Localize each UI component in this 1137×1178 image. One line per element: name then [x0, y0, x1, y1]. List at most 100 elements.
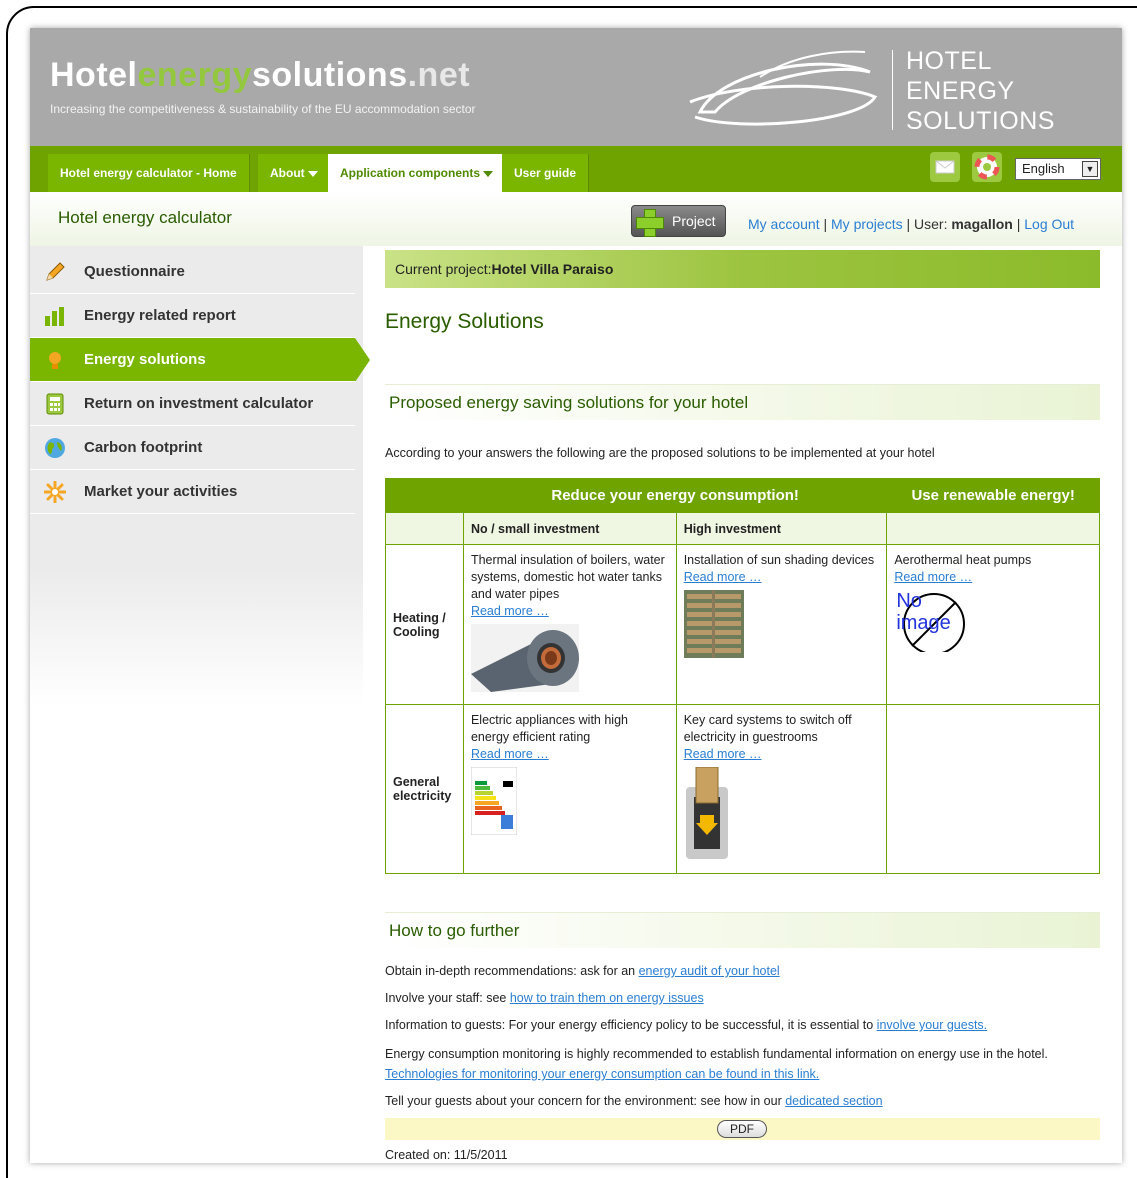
read-more-link[interactable]: Read more … [684, 569, 880, 586]
lightbulb-icon [49, 352, 61, 369]
how-to-go-further-heading: How to go further [385, 912, 1100, 948]
further-text: Involve your staff: see [385, 991, 510, 1005]
no-image-line: image [896, 612, 951, 634]
brand-line-hotel: HOTEL [906, 47, 992, 75]
sidebar-item-label: Carbon footprint [84, 439, 203, 456]
table-subheader-row: No / small investment High investment [385, 512, 1100, 545]
solution-text: Installation of sun shading devices [683, 553, 875, 567]
sidebar-item-label: Return on investment calculator [84, 395, 314, 412]
further-text: Information to guests: For your energy e… [385, 1018, 877, 1032]
table-header-row: Reduce your energy consumption! Use rene… [385, 478, 1100, 513]
language-select[interactable]: English ▼ [1015, 158, 1101, 180]
solutions-table: Reduce your energy consumption! Use rene… [385, 478, 1100, 874]
sidebar-item-carbon-footprint[interactable]: Carbon footprint [30, 426, 355, 470]
solution-text: Electric appliances with high energy eff… [470, 713, 628, 744]
no-image-line: No [896, 590, 922, 612]
brand-divider [892, 50, 893, 130]
nav-tab-about[interactable]: About [258, 154, 331, 192]
logo-text-hotel: Hotel [50, 56, 138, 94]
further-item-monitoring-link: Technologies for monitoring your energy … [385, 1067, 819, 1081]
read-more-link[interactable]: Read more … [471, 746, 669, 763]
chevron-down-icon [307, 170, 318, 177]
username: magallon [951, 216, 1013, 232]
nav-tab-about-label: About [270, 166, 305, 180]
user-label: User: [914, 216, 948, 232]
read-more-link[interactable]: Read more … [471, 603, 669, 620]
train-staff-link[interactable]: how to train them on energy issues [510, 991, 704, 1005]
project-button[interactable]: Project [631, 205, 726, 237]
mail-icon[interactable] [930, 152, 960, 182]
row-label-line: General [393, 775, 440, 789]
nav-tab-user-guide-label: User guide [514, 166, 577, 180]
help-lifebuoy-icon[interactable] [972, 152, 1002, 182]
language-select-value: English [1022, 161, 1065, 176]
current-project-bar: Current project:Hotel Villa Paraiso [385, 250, 1100, 288]
further-text: Tell your guests about your concern for … [385, 1094, 786, 1108]
cell-key-card: Key card systems to switch off electrici… [675, 704, 888, 874]
sidebar-item-energy-solutions[interactable]: Energy solutions [30, 338, 370, 382]
energy-audit-link[interactable]: energy audit of your hotel [639, 964, 780, 978]
chevron-down-icon [483, 170, 494, 177]
main-navigation: Hotel energy calculator - Home About App… [30, 146, 1122, 192]
globe-icon [45, 438, 65, 458]
cell-thermal-insulation: Thermal insulation of boilers, water sys… [462, 544, 677, 705]
sidebar-item-energy-report[interactable]: Energy related report [30, 294, 355, 338]
nav-tab-home-label: Hotel energy calculator - Home [60, 166, 237, 180]
solution-text: Aerothermal heat pumps [894, 553, 1032, 567]
sidebar-item-market-activities[interactable]: Market your activities [30, 470, 355, 514]
sidebar-item-questionnaire[interactable]: Questionnaire [30, 250, 355, 294]
further-text: Obtain in-depth recommendations: ask for… [385, 964, 639, 978]
nav-tab-application-components-label: Application components [340, 166, 481, 180]
plus-icon [636, 209, 664, 237]
my-account-link[interactable]: My account [748, 216, 820, 232]
proposed-solutions-heading: Proposed energy saving solutions for you… [385, 384, 1100, 420]
solution-text: Key card systems to switch off electrici… [683, 713, 852, 744]
further-item-monitoring: Energy consumption monitoring is highly … [385, 1047, 1048, 1061]
sidebar-item-roi-calculator[interactable]: Return on investment calculator [30, 382, 355, 426]
sidebar-item-label: Energy related report [84, 307, 236, 324]
current-project-label: Current project: [395, 261, 492, 277]
row-label-line: Cooling [393, 624, 440, 639]
user-bar: My account | My projects | User: magallo… [748, 216, 1075, 232]
col-header-high-investment: High investment [675, 512, 888, 545]
pencil-icon [46, 262, 65, 281]
project-button-label: Project [672, 213, 716, 229]
site-header: Hotelenergysolutions.net Increasing the … [30, 28, 1122, 146]
intro-text: According to your answers the following … [385, 446, 935, 460]
pipe-insulation-image [470, 624, 579, 692]
sidebar-item-label: Market your activities [84, 483, 238, 500]
monitoring-technologies-link[interactable]: Technologies for monitoring your energy … [385, 1067, 819, 1081]
dedicated-section-link[interactable]: dedicated section [785, 1094, 882, 1108]
read-more-link[interactable]: Read more … [894, 569, 1092, 586]
row-label-line: electricity [393, 789, 452, 803]
dropdown-arrow-icon[interactable]: ▼ [1082, 161, 1098, 177]
created-date: Created on: 11/5/2011 [385, 1148, 508, 1162]
my-projects-link[interactable]: My projects [831, 216, 903, 232]
site-logo[interactable]: Hotelenergysolutions.net [50, 56, 470, 95]
table-header-reduce: Reduce your energy consumption! [462, 478, 888, 513]
logout-link[interactable]: Log Out [1024, 216, 1074, 232]
energy-label-image [470, 766, 518, 836]
row-label-general-electricity: General electricity [385, 704, 464, 874]
read-more-link[interactable]: Read more … [684, 746, 880, 763]
cell-sun-shading: Installation of sun shading devices Read… [675, 544, 888, 705]
bar-chart-icon [45, 307, 64, 326]
sidebar: Questionnaire Energy related report Ener… [30, 246, 370, 706]
nav-tab-application-components[interactable]: Application components [328, 154, 507, 192]
further-item-staff: Involve your staff: see how to train the… [385, 991, 704, 1005]
page-title: Energy Solutions [385, 310, 544, 333]
pdf-bar: PDF [385, 1118, 1100, 1140]
window-frame: Hotelenergysolutions.net Increasing the … [6, 6, 1137, 1178]
involve-guests-link[interactable]: involve your guests. [877, 1018, 987, 1032]
page: Hotelenergysolutions.net Increasing the … [30, 28, 1122, 1163]
app-subheader: Hotel energy calculator Project My accou… [30, 192, 1122, 246]
cell-empty-renewable [886, 704, 1100, 874]
current-project-name: Hotel Villa Paraiso [491, 261, 614, 277]
no-image-text: No image [896, 590, 950, 634]
nav-tab-home[interactable]: Hotel energy calculator - Home [48, 154, 250, 192]
sun-shading-image [683, 590, 744, 658]
nav-tab-user-guide[interactable]: User guide [502, 154, 590, 192]
further-text: Energy consumption monitoring is highly … [385, 1047, 1048, 1061]
further-item-guests: Information to guests: For your energy e… [385, 1018, 987, 1032]
pdf-button[interactable]: PDF [717, 1120, 767, 1138]
